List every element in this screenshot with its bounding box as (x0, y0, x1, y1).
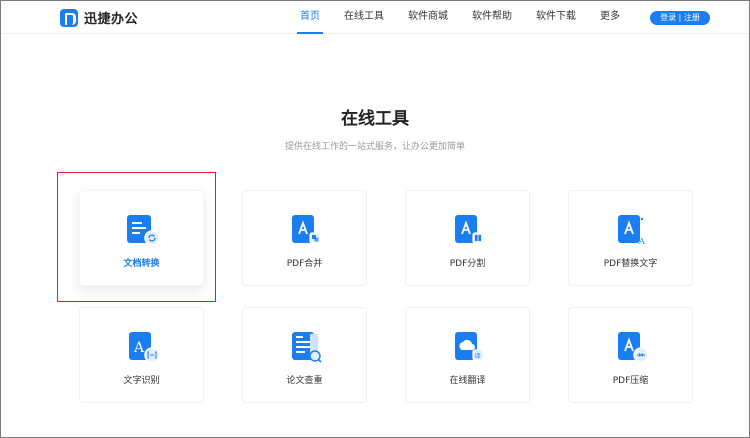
nav-item-home[interactable]: 首页 (297, 0, 323, 34)
tool-card-text-recognition[interactable]: A 文字识别 (79, 307, 204, 403)
main-nav: 首页 在线工具 软件商城 软件帮助 软件下载 更多 (297, 0, 644, 34)
tool-card-pdf-replace-text[interactable]: A PDF替换文字 (568, 190, 693, 286)
pdf-merge-icon (292, 215, 321, 244)
nav-item-more[interactable]: 更多 (600, 0, 620, 34)
pdf-compress-icon (618, 332, 649, 363)
nav-item-software-help[interactable]: 软件帮助 (472, 0, 512, 34)
tool-label: 文档转换 (123, 259, 160, 269)
svg-text:译: 译 (475, 352, 481, 360)
page-title: 在线工具 (341, 109, 409, 129)
tool-label: 论文查重 (286, 376, 323, 386)
tool-label: PDF替换文字 (603, 259, 658, 269)
logo-icon (60, 8, 78, 27)
online-translate-icon: 译 (455, 332, 484, 361)
pdf-split-icon (455, 215, 484, 244)
paper-check-icon (292, 332, 322, 363)
nav-item-software-download[interactable]: 软件下载 (536, 0, 576, 34)
nav-item-online-tools[interactable]: 在线工具 (344, 0, 384, 34)
tool-card-online-translate[interactable]: 译 在线翻译 (405, 307, 530, 403)
login-register-button[interactable]: 登录 | 注册 (650, 11, 710, 25)
tool-label: PDF压缩 (612, 376, 649, 386)
tool-card-pdf-split[interactable]: PDF分割 (405, 190, 530, 286)
svg-text:A: A (133, 340, 145, 356)
logo-text: 迅捷办公 (84, 12, 139, 27)
tool-label: 在线翻译 (449, 376, 486, 386)
text-recognition-icon: A (129, 332, 160, 363)
nav-item-software-store[interactable]: 软件商城 (408, 0, 448, 34)
page-subtitle: 提供在线工作的一站式服务，让办公更加简单 (284, 142, 465, 152)
logo[interactable]: 迅捷办公 (60, 8, 138, 27)
tool-label: 文字识别 (123, 376, 160, 386)
tool-card-document-convert[interactable]: 文档转换 (79, 190, 204, 286)
svg-text:A: A (638, 237, 645, 246)
tool-label: PDF合并 (286, 259, 323, 269)
pdf-replace-text-icon: A (618, 215, 645, 246)
tool-card-paper-check[interactable]: 论文查重 (242, 307, 367, 403)
tool-card-pdf-compress[interactable]: PDF压缩 (568, 307, 693, 403)
tool-label: PDF分割 (449, 259, 486, 269)
top-header: 迅捷办公 首页 在线工具 软件商城 软件帮助 软件下载 更多 登录 | 注册 (0, 0, 750, 34)
tool-card-pdf-merge[interactable]: PDF合并 (242, 190, 367, 286)
document-convert-icon (127, 215, 160, 246)
